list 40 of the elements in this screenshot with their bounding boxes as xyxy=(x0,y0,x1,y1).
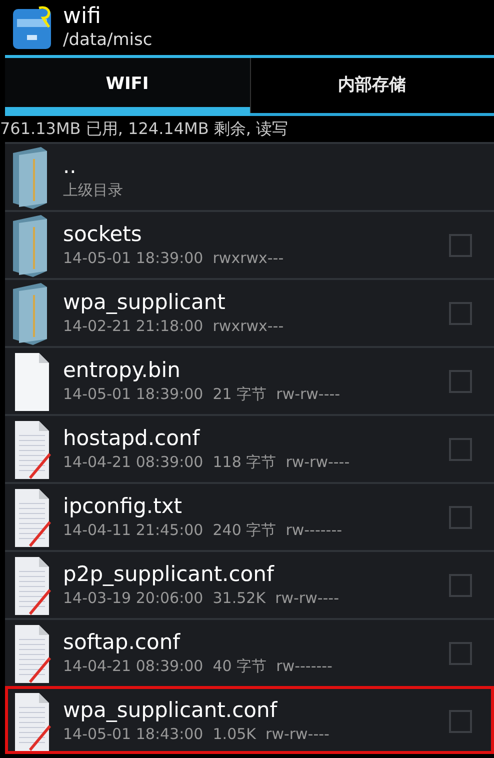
storage-info: 761.13MB 已用, 124.14MB 剩余, 读写 xyxy=(0,118,290,140)
file-details: 14-05-01 18:43:00 1.05K rw-rw---- xyxy=(63,724,330,745)
file-name[interactable]: softap.conf xyxy=(63,629,332,655)
file-name[interactable]: hostapd.conf xyxy=(63,425,350,451)
checkbox[interactable] xyxy=(449,506,472,528)
checkbox[interactable] xyxy=(449,710,472,732)
tab[interactable]: WIFI xyxy=(5,58,250,116)
file-name[interactable]: .. xyxy=(63,153,123,179)
checkbox[interactable] xyxy=(449,370,472,392)
file-row[interactable]: wpa_supplicant 14-02-21 21:18:00 rwxrwx--- xyxy=(5,278,494,346)
checkbox[interactable] xyxy=(449,642,472,664)
tab[interactable]: 内部存储 xyxy=(250,58,494,116)
file-name[interactable]: entropy.bin xyxy=(63,357,340,383)
file-row[interactable]: sockets 14-05-01 18:39:00 rwxrwx--- xyxy=(5,210,494,278)
file-row[interactable]: entropy.bin 14-05-01 18:39:00 21 字节 rw-rw---- xyxy=(5,346,494,414)
checkbox[interactable] xyxy=(449,574,472,596)
file-details: 14-04-21 08:39:00 118 字节 rw-rw---- xyxy=(63,452,350,473)
file-row[interactable]: .. 上级目录 xyxy=(5,142,494,210)
file-row[interactable]: ipconfig.txt 14-04-11 21:45:00 240 字节 rw------- xyxy=(5,482,494,550)
file-details: 上级目录 xyxy=(63,180,123,201)
file-details: 14-02-21 21:18:00 rwxrwx--- xyxy=(63,316,284,337)
folder-title: wifi xyxy=(63,4,102,28)
file-name[interactable]: wpa_supplicant.conf xyxy=(63,697,330,723)
file-row[interactable]: p2p_supplicant.conf 14-03-19 20:06:00 31.52K rw-rw---- xyxy=(5,550,494,618)
file-row[interactable]: wpa_supplicant.conf 14-05-01 18:43:00 1.05K rw-rw---- xyxy=(5,686,494,754)
folder-path: /data/misc xyxy=(63,28,152,50)
file-details: 14-03-19 20:06:00 31.52K rw-rw---- xyxy=(63,588,340,609)
file-details: 14-04-11 21:45:00 240 字节 rw------- xyxy=(63,520,342,541)
file-name[interactable]: sockets xyxy=(63,221,284,247)
file-name[interactable]: wpa_supplicant xyxy=(63,289,284,315)
file-row[interactable]: softap.conf 14-04-21 08:39:00 40 字节 rw------- xyxy=(5,618,494,686)
file-name[interactable]: ipconfig.txt xyxy=(63,493,342,519)
checkbox[interactable] xyxy=(449,438,472,460)
file-details: 14-05-01 18:39:00 21 字节 rw-rw---- xyxy=(63,384,340,405)
checkbox[interactable] xyxy=(449,234,472,256)
file-details: 14-05-01 18:39:00 rwxrwx--- xyxy=(63,248,284,269)
file-row[interactable]: hostapd.conf 14-04-21 08:39:00 118 字节 rw-rw---- xyxy=(5,414,494,482)
checkbox[interactable] xyxy=(449,302,472,324)
file-name[interactable]: p2p_supplicant.conf xyxy=(63,561,340,587)
file-details: 14-04-21 08:39:00 40 字节 rw------- xyxy=(63,656,332,677)
